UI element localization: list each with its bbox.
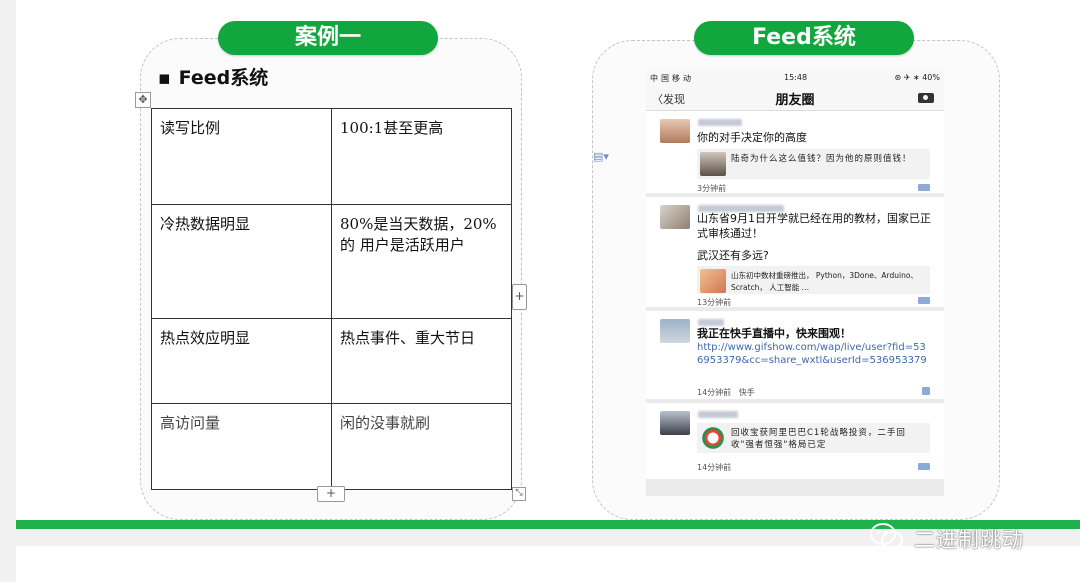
- avatar[interactable]: [660, 119, 690, 143]
- post-time: 14分钟前 快手: [697, 387, 755, 398]
- document-icon[interactable]: ▤▾: [593, 150, 609, 163]
- table-row: 高访问量 闲的没事就刷: [151, 403, 512, 490]
- table-cell[interactable]: 100:1甚至更高: [331, 108, 512, 205]
- wechat-moments-screenshot: 中国移动 15:48 ⊛ ✈ ∗ 40% 〈发现 朋友圈 你的对手决定你的高度 …: [646, 69, 944, 496]
- comment-icon[interactable]: [918, 297, 930, 304]
- article-title: 回收宝获阿里巴巴C1轮战略投资，二手回收"强者恒强"格局已定: [731, 428, 906, 450]
- moment-post[interactable]: 山东省9月1日开学就已经在用的教材，国家已正式审核通过！ 武汉还有多远? 山东初…: [646, 197, 944, 307]
- table-cell[interactable]: 高访问量: [151, 403, 332, 490]
- battery-label: ⊛ ✈ ∗ 40%: [894, 73, 940, 82]
- article-thumbnail: [700, 426, 726, 450]
- table-cell[interactable]: 读写比例: [151, 108, 332, 205]
- table-cell[interactable]: 热点事件、重大节日: [331, 318, 512, 404]
- moment-post[interactable]: 我正在快手直播中，快来围观！ http://www.gifshow.com/wa…: [646, 311, 944, 399]
- case-pill-label: 案例一: [218, 21, 438, 55]
- post-text-2: 武汉还有多远?: [697, 249, 769, 262]
- user-name-blurred: [698, 319, 724, 326]
- shared-article-card[interactable]: 山东初中数材重磅推出， Python，3Done、Arduino、Scratch…: [697, 266, 930, 294]
- table-cell[interactable]: 80%是当天数据，20%的 用户是活跃用户: [331, 204, 512, 319]
- table-cell[interactable]: 闲的没事就刷: [331, 403, 512, 490]
- avatar[interactable]: [660, 205, 690, 229]
- shared-article-card[interactable]: 回收宝获阿里巴巴C1轮战略投资，二手回收"强者恒强"格局已定: [697, 423, 930, 453]
- post-time: 14分钟前: [697, 463, 732, 472]
- moments-nav-bar: 〈发现 朋友圈: [646, 86, 944, 111]
- wechat-icon: [870, 523, 903, 549]
- bullet-heading: ▪ Feed系统: [158, 63, 268, 90]
- post-time-value: 14分钟前: [697, 388, 732, 397]
- heading-text: Feed系统: [178, 67, 269, 89]
- clock-label: 15:48: [784, 73, 808, 82]
- watermark-text: 二进制跳动: [914, 528, 1024, 552]
- comment-icon[interactable]: [918, 184, 930, 191]
- move-icon[interactable]: ✥: [135, 92, 151, 108]
- table-row: 冷热数据明显 80%是当天数据，20%的 用户是活跃用户: [151, 204, 512, 319]
- user-name-blurred: [698, 411, 738, 418]
- feed-characteristics-table[interactable]: 读写比例 100:1甚至更高 冷热数据明显 80%是当天数据，20%的 用户是活…: [151, 108, 512, 490]
- article-title: 陆奇为什么这么值钱？因为他的原则值钱！: [731, 154, 912, 164]
- carrier-label: 中国移动: [650, 74, 694, 83]
- moment-post[interactable]: 你的对手决定你的高度 陆奇为什么这么值钱？因为他的原则值钱！ 3分钟前: [646, 111, 944, 193]
- moments-title: 朋友圈: [775, 93, 815, 108]
- post-text: 你的对手决定你的高度: [697, 131, 807, 144]
- avatar[interactable]: [660, 319, 690, 343]
- post-text: 山东省9月1日开学就已经在用的教材，国家已正式审核通过！: [697, 212, 931, 240]
- add-column-button[interactable]: +: [512, 284, 527, 310]
- article-thumbnail: [700, 152, 726, 176]
- bullet-marker: ▪: [158, 67, 171, 89]
- moment-post[interactable]: 回收宝获阿里巴巴C1轮战略投资，二手回收"强者恒强"格局已定 14分钟前: [646, 403, 944, 479]
- post-time: 13分钟前: [697, 298, 732, 307]
- avatar[interactable]: [660, 411, 690, 435]
- comment-icon[interactable]: [922, 387, 930, 395]
- user-name-blurred: [698, 119, 742, 126]
- article-title: 山东初中数材重磅推出， Python，3Done、Arduino、Scratch…: [731, 271, 918, 292]
- post-time: 3分钟前: [697, 184, 727, 193]
- shared-article-card[interactable]: 陆奇为什么这么值钱？因为他的原则值钱！: [697, 149, 930, 179]
- article-thumbnail: [700, 269, 726, 293]
- table-row: 热点效应明显 热点事件、重大节日: [151, 318, 512, 404]
- comment-icon[interactable]: [918, 463, 930, 470]
- post-text: 我正在快手直播中，快来围观！: [697, 327, 851, 340]
- add-row-button[interactable]: +: [317, 486, 345, 502]
- table-cell[interactable]: 热点效应明显: [151, 318, 332, 404]
- camera-icon[interactable]: [918, 93, 934, 103]
- resize-icon[interactable]: ⤡: [512, 487, 526, 501]
- table-cell[interactable]: 冷热数据明显: [151, 204, 332, 319]
- feed-system-pill-label: Feed系统: [694, 21, 914, 55]
- post-source: 快手: [738, 388, 755, 397]
- live-link[interactable]: http://www.gifshow.com/wap/live/user?fid…: [697, 341, 929, 367]
- phone-status-bar: 中国移动 15:48 ⊛ ✈ ∗ 40%: [646, 69, 944, 86]
- table-row: 读写比例 100:1甚至更高: [151, 108, 512, 205]
